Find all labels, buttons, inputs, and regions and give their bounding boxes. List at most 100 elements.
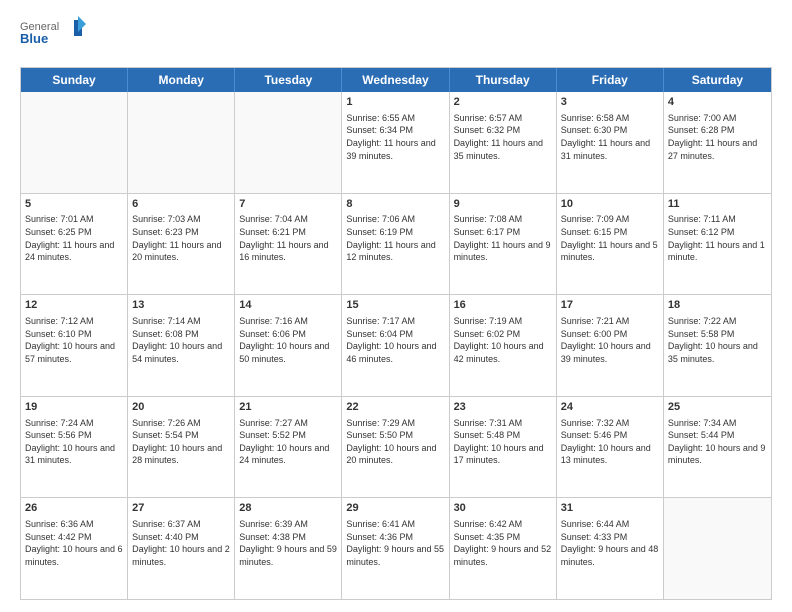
cell-info: Sunrise: 7:17 AMSunset: 6:04 PMDaylight:… (346, 315, 444, 365)
day-number: 1 (346, 95, 444, 110)
calendar-body: 1 Sunrise: 6:55 AMSunset: 6:34 PMDaylight… (21, 92, 771, 599)
empty-cell (235, 92, 342, 193)
day-cell-12: 12 Sunrise: 7:12 AMSunset: 6:10 PMDayligh… (21, 295, 128, 396)
day-cell-20: 20Sunrise: 7:26 AMSunset: 5:54 PMDayligh… (128, 397, 235, 498)
day-number: 2 (454, 95, 552, 110)
logo-text: General Blue (20, 16, 90, 57)
day-cell-14: 14 Sunrise: 7:16 AMSunset: 6:06 PMDayligh… (235, 295, 342, 396)
header-day-sunday: Sunday (21, 68, 128, 92)
day-cell-15: 15 Sunrise: 7:17 AMSunset: 6:04 PMDayligh… (342, 295, 449, 396)
day-number: 16 (454, 298, 552, 313)
day-cell-3: 3 Sunrise: 6:58 AMSunset: 6:30 PMDaylight… (557, 92, 664, 193)
cell-info: Sunrise: 7:03 AMSunset: 6:23 PMDaylight:… (132, 213, 230, 263)
calendar: SundayMondayTuesdayWednesdayThursdayFrid… (20, 67, 772, 600)
cell-info: Sunrise: 6:42 AMSunset: 4:35 PMDaylight:… (454, 518, 552, 568)
day-cell-19: 19 Sunrise: 7:24 AMSunset: 5:56 PMDayligh… (21, 397, 128, 498)
empty-cell (128, 92, 235, 193)
day-number: 22 (346, 400, 444, 415)
day-number: 25 (668, 400, 767, 415)
header-day-monday: Monday (128, 68, 235, 92)
day-cell-9: 9Sunrise: 7:08 AMSunset: 6:17 PMDaylight… (450, 194, 557, 295)
cell-info: Sunrise: 6:36 AMSunset: 4:42 PMDaylight:… (25, 518, 123, 568)
day-cell-10: 10Sunrise: 7:09 AMSunset: 6:15 PMDayligh… (557, 194, 664, 295)
day-number: 18 (668, 298, 767, 313)
day-cell-28: 28 Sunrise: 6:39 AMSunset: 4:38 PMDayligh… (235, 498, 342, 599)
day-number: 7 (239, 197, 337, 212)
cell-info: Sunrise: 7:24 AMSunset: 5:56 PMDaylight:… (25, 417, 123, 467)
day-cell-13: 13 Sunrise: 7:14 AMSunset: 6:08 PMDayligh… (128, 295, 235, 396)
day-cell-21: 21 Sunrise: 7:27 AMSunset: 5:52 PMDayligh… (235, 397, 342, 498)
day-cell-1: 1 Sunrise: 6:55 AMSunset: 6:34 PMDaylight… (342, 92, 449, 193)
day-number: 30 (454, 501, 552, 516)
cell-info: Sunrise: 7:12 AMSunset: 6:10 PMDaylight:… (25, 315, 123, 365)
cell-info: Sunrise: 7:06 AMSunset: 6:19 PMDaylight:… (346, 213, 444, 263)
cell-info: Sunrise: 6:44 AMSunset: 4:33 PMDaylight:… (561, 518, 659, 568)
day-number: 4 (668, 95, 767, 110)
day-cell-25: 25 Sunrise: 7:34 AMSunset: 5:44 PMDayligh… (664, 397, 771, 498)
day-number: 31 (561, 501, 659, 516)
cell-info: Sunrise: 7:09 AMSunset: 6:15 PMDaylight:… (561, 213, 659, 263)
logo-icon: General Blue (20, 16, 90, 52)
header-day-friday: Friday (557, 68, 664, 92)
day-number: 27 (132, 501, 230, 516)
day-cell-18: 18Sunrise: 7:22 AMSunset: 5:58 PMDayligh… (664, 295, 771, 396)
day-number: 17 (561, 298, 659, 313)
cell-info: Sunrise: 7:32 AMSunset: 5:46 PMDaylight:… (561, 417, 659, 467)
calendar-header: SundayMondayTuesdayWednesdayThursdayFrid… (21, 68, 771, 92)
cell-info: Sunrise: 7:11 AMSunset: 6:12 PMDaylight:… (668, 213, 767, 263)
day-number: 23 (454, 400, 552, 415)
day-cell-24: 24 Sunrise: 7:32 AMSunset: 5:46 PMDayligh… (557, 397, 664, 498)
day-number: 9 (454, 197, 552, 212)
cell-info: Sunrise: 6:58 AMSunset: 6:30 PMDaylight:… (561, 112, 659, 162)
cell-info: Sunrise: 7:34 AMSunset: 5:44 PMDaylight:… (668, 417, 767, 467)
calendar-row-1: 5Sunrise: 7:01 AMSunset: 6:25 PMDaylight… (21, 193, 771, 295)
header-day-tuesday: Tuesday (235, 68, 342, 92)
svg-text:Blue: Blue (20, 31, 48, 46)
cell-info: Sunrise: 7:27 AMSunset: 5:52 PMDaylight:… (239, 417, 337, 467)
calendar-row-2: 12 Sunrise: 7:12 AMSunset: 6:10 PMDayligh… (21, 294, 771, 396)
day-number: 19 (25, 400, 123, 415)
day-cell-7: 7Sunrise: 7:04 AMSunset: 6:21 PMDaylight… (235, 194, 342, 295)
cell-info: Sunrise: 7:26 AMSunset: 5:54 PMDaylight:… (132, 417, 230, 467)
day-number: 6 (132, 197, 230, 212)
day-cell-29: 29Sunrise: 6:41 AMSunset: 4:36 PMDayligh… (342, 498, 449, 599)
day-cell-30: 30 Sunrise: 6:42 AMSunset: 4:35 PMDayligh… (450, 498, 557, 599)
header-day-wednesday: Wednesday (342, 68, 449, 92)
logo: General Blue (20, 16, 90, 57)
cell-info: Sunrise: 7:21 AMSunset: 6:00 PMDaylight:… (561, 315, 659, 365)
day-cell-16: 16Sunrise: 7:19 AMSunset: 6:02 PMDayligh… (450, 295, 557, 396)
day-cell-2: 2 Sunrise: 6:57 AMSunset: 6:32 PMDaylight… (450, 92, 557, 193)
day-number: 13 (132, 298, 230, 313)
day-cell-31: 31 Sunrise: 6:44 AMSunset: 4:33 PMDayligh… (557, 498, 664, 599)
page: General Blue SundayMondayTuesdayWednesda… (0, 0, 792, 612)
header-day-thursday: Thursday (450, 68, 557, 92)
cell-info: Sunrise: 6:57 AMSunset: 6:32 PMDaylight:… (454, 112, 552, 162)
header-day-saturday: Saturday (664, 68, 771, 92)
day-number: 14 (239, 298, 337, 313)
calendar-row-4: 26 Sunrise: 6:36 AMSunset: 4:42 PMDayligh… (21, 497, 771, 599)
day-number: 24 (561, 400, 659, 415)
day-number: 12 (25, 298, 123, 313)
cell-info: Sunrise: 7:00 AMSunset: 6:28 PMDaylight:… (668, 112, 767, 162)
cell-info: Sunrise: 7:16 AMSunset: 6:06 PMDaylight:… (239, 315, 337, 365)
day-number: 21 (239, 400, 337, 415)
day-number: 3 (561, 95, 659, 110)
day-cell-11: 11Sunrise: 7:11 AMSunset: 6:12 PMDayligh… (664, 194, 771, 295)
day-number: 5 (25, 197, 123, 212)
cell-info: Sunrise: 7:14 AMSunset: 6:08 PMDaylight:… (132, 315, 230, 365)
calendar-row-0: 1 Sunrise: 6:55 AMSunset: 6:34 PMDaylight… (21, 92, 771, 193)
day-cell-8: 8Sunrise: 7:06 AMSunset: 6:19 PMDaylight… (342, 194, 449, 295)
cell-info: Sunrise: 6:37 AMSunset: 4:40 PMDaylight:… (132, 518, 230, 568)
day-number: 26 (25, 501, 123, 516)
cell-info: Sunrise: 7:08 AMSunset: 6:17 PMDaylight:… (454, 213, 552, 263)
day-cell-26: 26 Sunrise: 6:36 AMSunset: 4:42 PMDayligh… (21, 498, 128, 599)
day-cell-5: 5Sunrise: 7:01 AMSunset: 6:25 PMDaylight… (21, 194, 128, 295)
day-number: 15 (346, 298, 444, 313)
cell-info: Sunrise: 7:29 AMSunset: 5:50 PMDaylight:… (346, 417, 444, 467)
cell-info: Sunrise: 6:55 AMSunset: 6:34 PMDaylight:… (346, 112, 444, 162)
cell-info: Sunrise: 6:39 AMSunset: 4:38 PMDaylight:… (239, 518, 337, 568)
day-cell-27: 27 Sunrise: 6:37 AMSunset: 4:40 PMDayligh… (128, 498, 235, 599)
empty-cell (664, 498, 771, 599)
cell-info: Sunrise: 6:41 AMSunset: 4:36 PMDaylight:… (346, 518, 444, 568)
day-number: 28 (239, 501, 337, 516)
